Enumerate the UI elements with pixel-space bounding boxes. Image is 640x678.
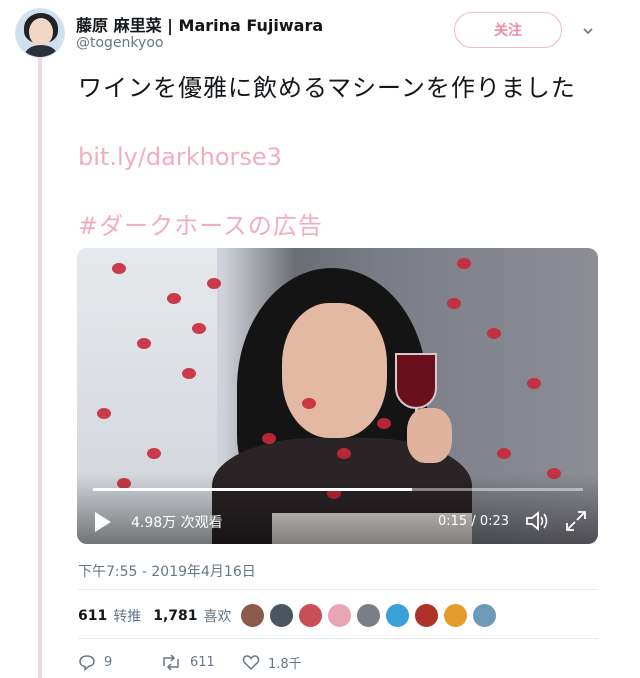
chevron-down-icon[interactable] [583, 26, 593, 36]
liker-avatar[interactable] [356, 603, 381, 628]
reply-icon[interactable] [78, 654, 96, 671]
heart-icon[interactable] [242, 654, 260, 671]
tweet-actions: 9 611 1.8千 [78, 653, 302, 672]
retweet-count[interactable]: 611 [78, 608, 107, 624]
reply-action[interactable]: 9 [78, 654, 160, 671]
tweet-text: ワインを優雅に飲めるマシーンを作りました [78, 74, 576, 102]
retweet-action[interactable]: 611 [160, 654, 242, 671]
fullscreen-icon[interactable] [565, 510, 587, 532]
liker-avatar[interactable] [298, 603, 323, 628]
follow-button[interactable]: 关注 [454, 12, 562, 48]
liker-avatar[interactable] [472, 603, 497, 628]
thread-line [38, 58, 42, 678]
liker-avatar[interactable] [443, 603, 468, 628]
like-count[interactable]: 1,781 [153, 608, 197, 624]
liker-avatar[interactable] [240, 603, 265, 628]
liker-avatar[interactable] [269, 603, 294, 628]
divider [78, 589, 598, 590]
divider [78, 638, 598, 639]
video-time: 0:15 / 0:23 [438, 514, 510, 529]
like-label[interactable]: 喜欢 [204, 606, 232, 626]
user-handle[interactable]: @togenkyoo [76, 35, 163, 51]
video-progress-fill [93, 488, 412, 491]
engagement-stats: 611 转推 1,781 喜欢 [78, 606, 238, 626]
video-player[interactable]: 4.98万 次观看 0:15 / 0:23 [77, 248, 598, 544]
tweet-hashtag[interactable]: #ダークホースの広告 [78, 206, 323, 241]
volume-icon[interactable] [525, 510, 551, 532]
video-view-count: 4.98万 次观看 [131, 515, 223, 531]
video-progress-bar[interactable] [93, 488, 583, 491]
liker-avatar[interactable] [414, 603, 439, 628]
display-name[interactable]: 藤原 麻里菜 | Marina Fujiwara [76, 12, 323, 36]
tweet-timestamp[interactable]: 下午7:55 - 2019年4月16日 [78, 561, 256, 581]
retweet-icon[interactable] [160, 654, 182, 671]
play-icon[interactable] [95, 512, 111, 532]
retweet-action-count: 611 [190, 655, 215, 670]
like-action-count: 1.8千 [268, 657, 302, 672]
liker-avatar[interactable] [327, 603, 352, 628]
like-action[interactable]: 1.8千 [242, 653, 302, 672]
retweet-label[interactable]: 转推 [113, 606, 141, 626]
liker-avatar[interactable] [385, 603, 410, 628]
liker-avatars [240, 603, 497, 628]
reply-count: 9 [104, 655, 113, 670]
tweet-link[interactable]: bit.ly/darkhorse3 [78, 143, 282, 171]
avatar[interactable] [15, 8, 65, 58]
